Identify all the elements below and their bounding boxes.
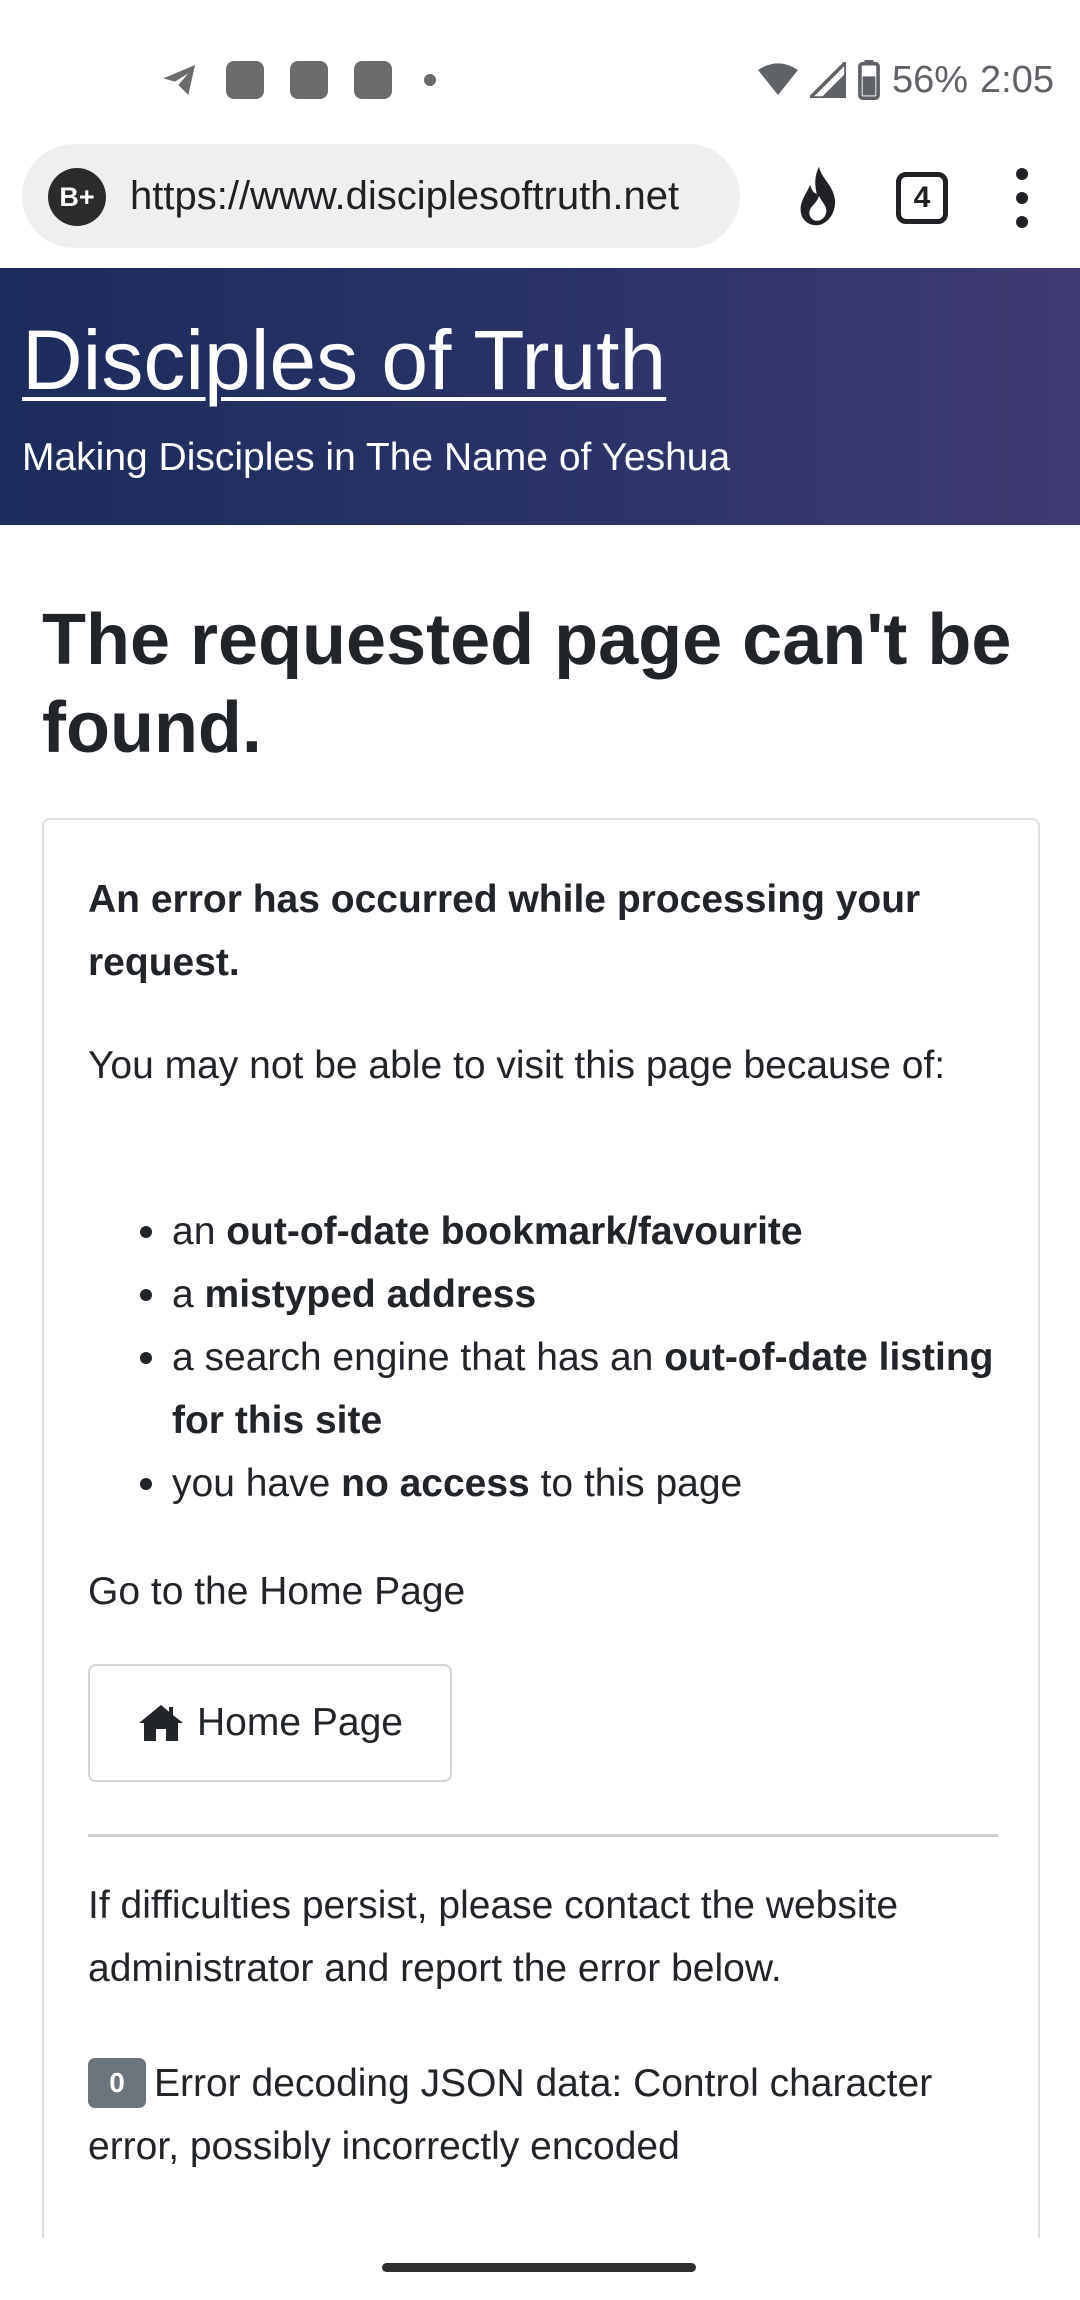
page-title: The requested page can't be found. [42, 600, 1012, 768]
home-page-button-label: Home Page [197, 1701, 403, 1744]
notification-icon [290, 61, 328, 99]
more-dot-icon [424, 74, 436, 86]
overflow-menu-icon[interactable] [1004, 168, 1040, 228]
home-page-button[interactable]: Home Page [88, 1664, 452, 1782]
battery-percent: 56% [891, 58, 969, 101]
site-info-icon[interactable]: B+ [48, 168, 106, 226]
battery-icon [858, 60, 880, 100]
signal-icon [809, 62, 846, 98]
fire-icon[interactable] [792, 164, 846, 228]
reason-list: an out-of-date bookmark/favourite a mist… [88, 1200, 1002, 1515]
error-code-badge: 0 [88, 2058, 146, 2108]
reason-intro: You may not be able to visit this page b… [88, 1044, 946, 1087]
tab-switcher-icon[interactable]: 4 [896, 172, 948, 224]
site-header: Disciples of Truth Making Disciples in T… [0, 268, 1080, 525]
divider [88, 1834, 998, 1837]
site-title-link[interactable]: Disciples of Truth [22, 314, 666, 407]
status-bar: 56% 2:05 [0, 0, 1080, 140]
site-tagline: Making Disciples in The Name of Yeshua [22, 436, 731, 479]
browser-toolbar: B+ https://www.disciplesoftruth.net 4 [0, 140, 1080, 268]
list-item: a mistyped address [88, 1263, 1002, 1326]
error-details: 0 Error decoding JSON data: Control chara… [88, 2052, 1002, 2178]
list-item: an out-of-date bookmark/favourite [88, 1200, 1002, 1263]
notification-icon [354, 61, 392, 99]
error-title: An error has occurred while processing y… [88, 878, 921, 984]
home-icon [139, 1705, 184, 1741]
status-notifications [160, 56, 436, 104]
list-item: you have no access to this page [88, 1452, 1002, 1515]
telegram-icon [163, 65, 195, 95]
list-item: a search engine that has an out-of-date … [88, 1326, 1002, 1452]
wifi-icon [757, 63, 798, 95]
error-card: An error has occurred while processing y… [42, 818, 1040, 2238]
goto-home-text: Go to the Home Page [88, 1570, 466, 1613]
error-message: Error decoding JSON data: Control charac… [88, 2062, 933, 2168]
address-bar[interactable]: B+ https://www.disciplesoftruth.net [22, 144, 740, 248]
url-text[interactable]: https://www.disciplesoftruth.net [130, 172, 730, 220]
contact-text: If difficulties persist, please contact … [88, 1884, 899, 1990]
status-system: 56% 2:05 [757, 52, 1054, 108]
notification-icon [226, 61, 264, 99]
gesture-nav-handle[interactable] [382, 2263, 696, 2272]
clock: 2:05 [980, 58, 1054, 101]
